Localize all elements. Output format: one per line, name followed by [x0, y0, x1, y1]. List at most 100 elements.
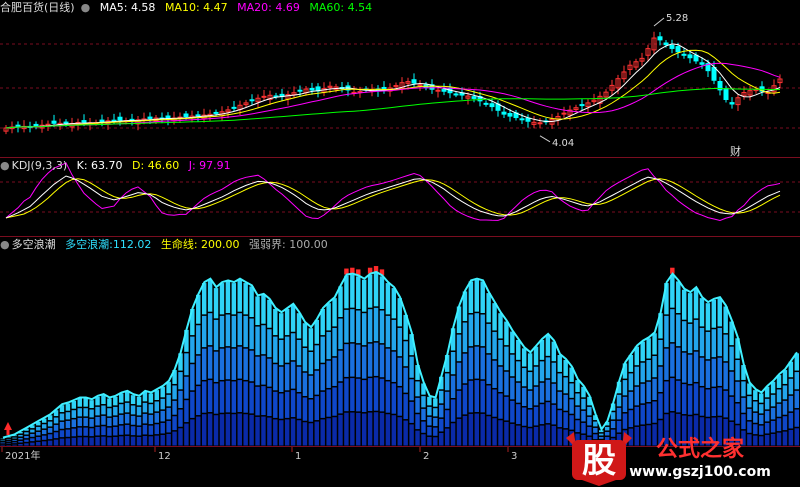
wave-bar — [693, 319, 699, 351]
candle-body — [441, 89, 447, 92]
wave-title[interactable]: 多空浪潮 — [12, 238, 56, 251]
wave-bar — [403, 394, 408, 420]
wave-bar — [172, 400, 177, 415]
wave-bar — [492, 303, 497, 331]
wave-bar — [71, 410, 77, 418]
wave-bar — [255, 416, 260, 446]
wave-bar — [527, 353, 533, 371]
wave-bar — [492, 360, 497, 388]
wave-bar — [172, 431, 177, 446]
wave-bar — [385, 381, 391, 413]
wave-bar — [468, 314, 474, 347]
wave-bar — [711, 299, 717, 328]
wave-bar — [124, 435, 130, 446]
settings-icon[interactable]: ● — [0, 159, 10, 172]
wave-bar — [308, 375, 314, 398]
wave-bar — [510, 400, 515, 423]
wave-bar — [107, 427, 112, 436]
wave-bar — [361, 413, 367, 446]
wave-bar — [687, 385, 693, 415]
settings-icon[interactable]: ● — [81, 1, 91, 14]
d-label: D: — [132, 159, 145, 172]
wave-bar — [646, 360, 651, 381]
wave-bar — [385, 315, 391, 348]
wave-bar — [468, 380, 474, 413]
wave-bar — [640, 404, 645, 425]
wave-bar — [415, 381, 420, 397]
candle-body — [213, 111, 219, 114]
wave-bar — [729, 396, 734, 421]
wave-bar — [290, 361, 296, 389]
wave-bar — [622, 380, 628, 396]
wave-bar — [243, 315, 248, 348]
wave-bar — [516, 339, 521, 360]
wave-bar — [160, 386, 165, 398]
wave-bar — [65, 412, 71, 420]
wave-bar — [160, 398, 165, 410]
ma20-value: 4.69 — [275, 1, 300, 14]
wave-bar — [468, 347, 474, 380]
wave-bar — [71, 419, 77, 428]
wave-bar — [788, 412, 794, 429]
wave-bar — [255, 386, 260, 416]
wave-bar — [462, 384, 468, 415]
wave-bar — [498, 313, 503, 339]
wave-bar — [302, 323, 308, 347]
wave-bar — [338, 414, 343, 446]
wave-bar — [569, 399, 574, 414]
wave-bar — [12, 439, 17, 441]
wave-bar — [628, 410, 634, 428]
wave-bar — [89, 437, 94, 446]
wave-bar — [788, 378, 794, 395]
wave-bar — [367, 378, 373, 412]
wave-bar — [101, 436, 106, 446]
wave-bar — [676, 347, 681, 380]
wave-bar — [41, 441, 47, 446]
wave-bar — [47, 434, 53, 440]
wave-bar — [24, 439, 29, 442]
wave-bar — [0, 443, 5, 445]
wave-bar — [225, 314, 231, 347]
wave-bar — [166, 394, 171, 407]
candle-body — [51, 120, 57, 124]
wave-bar — [95, 416, 100, 426]
wave-bar — [670, 274, 675, 308]
candle-body — [681, 53, 687, 56]
wave-bar — [243, 348, 248, 380]
wave-bar — [764, 410, 770, 422]
wave-bar — [231, 348, 237, 380]
kdj-title[interactable]: KDJ(9,3,3) — [12, 159, 68, 172]
wave-bar — [172, 416, 177, 431]
wave-bar — [213, 351, 219, 382]
wave-bar — [24, 432, 29, 435]
wave-bar — [498, 393, 503, 419]
wave-bar — [551, 362, 557, 383]
wave-bar — [350, 378, 355, 412]
wave-bar — [474, 380, 479, 413]
wave-bar — [41, 429, 47, 435]
wave-bar — [36, 431, 41, 436]
wave-bar — [119, 425, 124, 435]
candle-body — [261, 95, 267, 98]
wave-bar — [196, 355, 201, 385]
d-value: 46.60 — [147, 159, 180, 172]
wave-bar — [101, 395, 106, 405]
wave-bar — [130, 436, 136, 446]
wave-bar — [119, 393, 124, 403]
wave-bar — [332, 298, 337, 327]
candle-body — [15, 124, 21, 127]
wave-bar — [516, 382, 521, 403]
wave-bar — [433, 408, 438, 417]
wave-bar — [759, 393, 764, 403]
wave-bar — [213, 383, 219, 414]
wave-bar — [533, 426, 539, 446]
stock-title[interactable]: 合肥百货(日线) — [0, 1, 75, 14]
wave-bar — [379, 344, 385, 378]
wave-bar — [249, 382, 254, 414]
wave-bar — [154, 435, 159, 446]
wave-bar — [421, 434, 426, 446]
wave-bar — [545, 402, 551, 424]
settings-icon[interactable]: ● — [0, 238, 10, 251]
wave-bar — [119, 404, 124, 414]
wave-bar — [148, 425, 154, 435]
